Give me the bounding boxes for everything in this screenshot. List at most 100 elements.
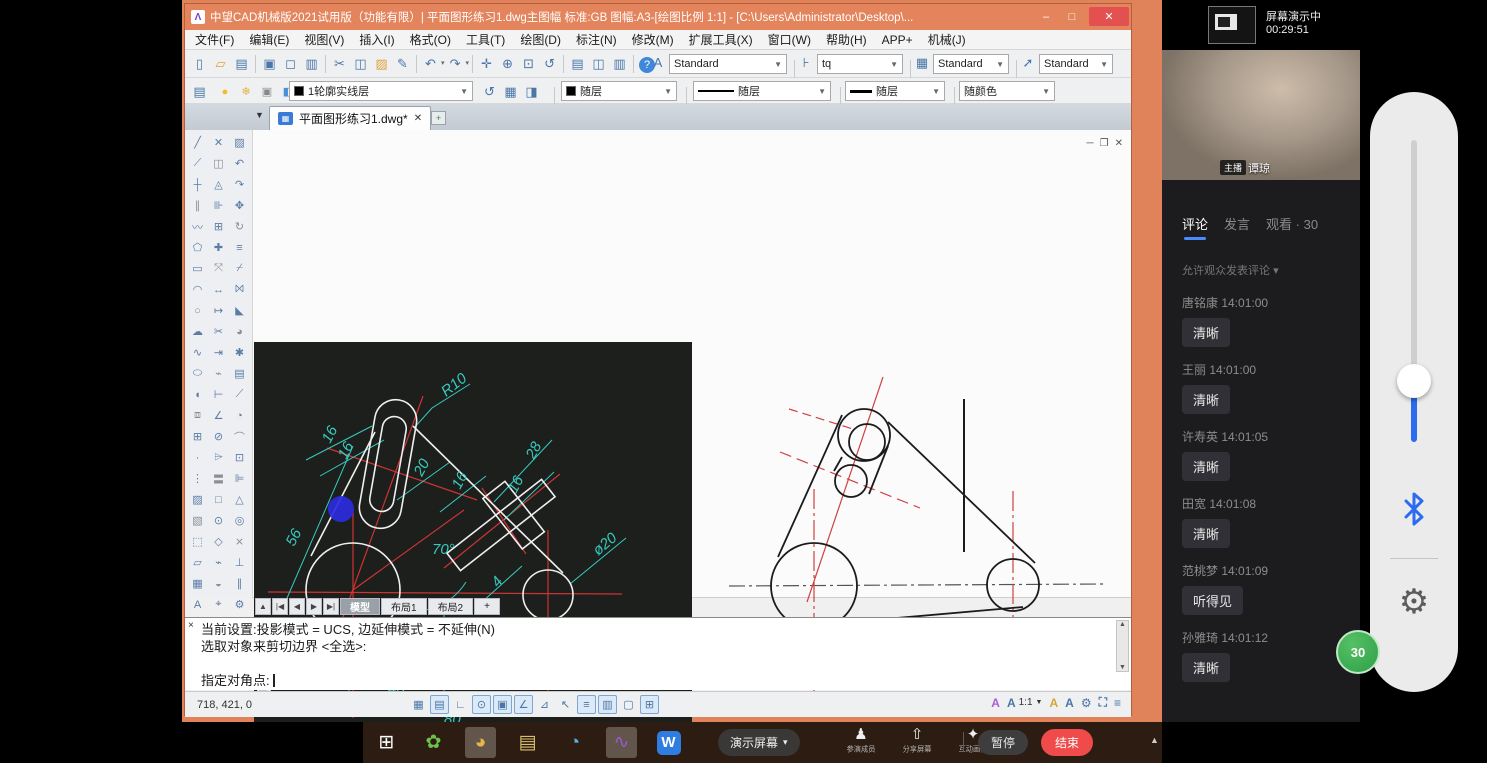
menu-item[interactable]: 视图(V) xyxy=(304,31,344,48)
menu-item[interactable]: 机械(J) xyxy=(928,31,966,48)
command-panel[interactable]: × 当前设置:投影模式 = UCS, 边延伸模式 = 不延伸(N)选取对象来剪切… xyxy=(185,617,1131,690)
dim-arc-tool[interactable]: ⌒ xyxy=(229,426,250,447)
osnap-quadrant-tool[interactable]: ◇ xyxy=(208,531,229,552)
share-thumbnail[interactable] xyxy=(1208,6,1256,44)
layer-freeze-icon[interactable]: ❄ xyxy=(235,81,256,102)
layout-nav-button[interactable]: ▶| xyxy=(323,598,339,615)
new-tab-button[interactable]: + xyxy=(431,111,446,125)
zoom-previous-icon[interactable]: ↺ xyxy=(539,53,560,74)
volume-slider-thumb[interactable] xyxy=(1397,364,1431,398)
annotation-find-icon[interactable]: A xyxy=(991,696,1000,710)
members-button[interactable]: ♟参演成员 xyxy=(841,726,881,755)
panel-tab[interactable]: 评论 xyxy=(1182,214,1208,240)
dim-linear-tool[interactable]: ⊢ xyxy=(208,384,229,405)
annotation-scale-icon[interactable]: A xyxy=(1007,696,1016,710)
layout-nav-button[interactable]: |◀ xyxy=(272,598,288,615)
command-prompt[interactable]: 指定对角点: xyxy=(201,672,495,689)
align-tool[interactable]: ≡ xyxy=(229,237,250,258)
redo-icon[interactable]: ↷ xyxy=(445,53,466,74)
osnap-center-tool[interactable]: ⊙ xyxy=(208,510,229,531)
command-scrollbar[interactable]: ▲ ▼ xyxy=(1116,620,1129,672)
otrack-toggle[interactable]: ∠ xyxy=(514,695,533,714)
polygon-tool[interactable]: ⬠ xyxy=(187,237,208,258)
annotation-scale-dropdown[interactable]: ▼ xyxy=(1036,699,1043,706)
menu-item[interactable]: 文件(F) xyxy=(195,31,234,48)
menu-item[interactable]: 插入(I) xyxy=(359,31,394,48)
paste-icon[interactable]: ▨ xyxy=(371,53,392,74)
stretch-tool[interactable]: ↔ xyxy=(208,279,229,300)
polyline-tool[interactable]: 〰 xyxy=(187,216,208,237)
transparency-toggle[interactable]: ▥ xyxy=(598,695,617,714)
dynamic-input-toggle[interactable]: ↖ xyxy=(556,695,575,714)
move-tool[interactable]: ✚ xyxy=(208,237,229,258)
layer-on-bulb-icon[interactable]: ● xyxy=(214,82,235,103)
layout-tab-布局1[interactable]: 布局1 xyxy=(381,598,427,615)
tolerance-tool[interactable]: ⊡ xyxy=(229,447,250,468)
layout-tab-+[interactable]: + xyxy=(474,598,500,615)
print-preview-icon[interactable]: ◻ xyxy=(280,53,301,74)
bluetooth-icon[interactable] xyxy=(1400,490,1428,528)
cut-icon[interactable]: ✂ xyxy=(329,53,350,74)
save-file-icon[interactable]: ▤ xyxy=(231,53,252,74)
close-button[interactable]: ✕ xyxy=(1089,7,1129,26)
print-icon[interactable]: ▣ xyxy=(259,53,280,74)
menu-item[interactable]: 帮助(H) xyxy=(826,31,867,48)
ducs-toggle[interactable]: ⊿ xyxy=(535,695,554,714)
scroll-up-icon[interactable]: ▲ xyxy=(1119,621,1126,628)
menu-item[interactable]: 工具(T) xyxy=(466,31,505,48)
dim-diameter-tool[interactable]: ⊘ xyxy=(208,426,229,447)
multiline-tool[interactable]: ∥ xyxy=(187,195,208,216)
doc-close-icon[interactable]: ✕ xyxy=(1115,138,1123,149)
extend-tool[interactable]: ⇥ xyxy=(208,342,229,363)
break-at-point-tool[interactable]: ⌁ xyxy=(208,363,229,384)
annotation-visibility-icon[interactable]: A xyxy=(1049,696,1058,710)
chamfer-tool[interactable]: ◣ xyxy=(229,300,250,321)
tool-palettes-icon[interactable]: ◫ xyxy=(588,53,609,74)
plotstyle-combo[interactable]: 随颜色▼ xyxy=(959,81,1055,101)
status-menu-icon[interactable]: ≡ xyxy=(1114,696,1121,710)
comment-list[interactable]: 唐铭康 14:01:00清晰王丽 14:01:00清晰许寿英 14:01:05清… xyxy=(1182,294,1352,696)
zoom-window-icon[interactable]: ⊡ xyxy=(518,53,539,74)
redo-icon-dropdown[interactable]: ▾ xyxy=(466,59,470,67)
layer-states-icon[interactable]: ▦ xyxy=(500,81,521,102)
polar-toggle[interactable]: ⊙ xyxy=(472,695,491,714)
osnap-toggle[interactable]: ▣ xyxy=(493,695,512,714)
dim-style-combo[interactable]: tq▼ xyxy=(817,54,903,74)
command-close-icon[interactable]: × xyxy=(188,620,194,631)
color-combo[interactable]: 随层▼ xyxy=(561,81,677,101)
host-video-preview[interactable]: 主播 谭琼 xyxy=(1162,50,1360,180)
allow-comments-setting[interactable]: 允许观众发表评论 ▾ xyxy=(1182,262,1279,278)
paint-app[interactable]: ◕ xyxy=(465,727,496,758)
present-screen-button[interactable]: 演示屏幕 ▾ xyxy=(718,729,800,756)
text-style-combo[interactable]: Standard▼ xyxy=(669,54,787,74)
taskbar-chevron-icon[interactable]: ▲ xyxy=(1150,735,1159,745)
menu-item[interactable]: 绘图(D) xyxy=(520,31,561,48)
menu-item[interactable]: 修改(M) xyxy=(632,31,674,48)
region-tool[interactable]: ▱ xyxy=(187,552,208,573)
linetype-combo[interactable]: 随层▼ xyxy=(693,81,831,101)
qleader-tool[interactable]: ⌲ xyxy=(208,447,229,468)
pan-icon[interactable]: ✛ xyxy=(476,53,497,74)
sheet-set-icon[interactable]: ▥ xyxy=(609,53,630,74)
offset-tool[interactable]: ⊪ xyxy=(208,195,229,216)
spline-tool[interactable]: ∿ xyxy=(187,342,208,363)
paste-tool[interactable]: ▨ xyxy=(229,132,250,153)
make-block-tool[interactable]: ⊞ xyxy=(187,426,208,447)
mleader-style-combo[interactable]: Standard▼ xyxy=(1039,54,1113,74)
layer-plot-icon[interactable]: ▣ xyxy=(256,81,277,102)
array-tool[interactable]: ⊞ xyxy=(208,216,229,237)
ortho-toggle[interactable]: ∟ xyxy=(451,695,470,714)
copy-tool[interactable]: ◫ xyxy=(208,153,229,174)
menu-item[interactable]: 编辑(E) xyxy=(249,31,289,48)
wps-app[interactable]: W xyxy=(653,727,684,758)
trim-tool[interactable]: ✂ xyxy=(208,321,229,342)
gradient-tool[interactable]: ▧ xyxy=(187,510,208,531)
layout-tab-布局2[interactable]: 布局2 xyxy=(428,598,474,615)
dim-angular-tool[interactable]: ∠ xyxy=(208,405,229,426)
menu-item[interactable]: 扩展工具(X) xyxy=(689,31,753,48)
explode-tool[interactable]: ✱ xyxy=(229,342,250,363)
dim-continue-tool[interactable]: ⊫ xyxy=(229,468,250,489)
files-app[interactable]: ▤ xyxy=(512,727,543,758)
panel-tab[interactable]: 发言 xyxy=(1224,214,1250,240)
menu-item[interactable]: 格式(O) xyxy=(410,31,451,48)
